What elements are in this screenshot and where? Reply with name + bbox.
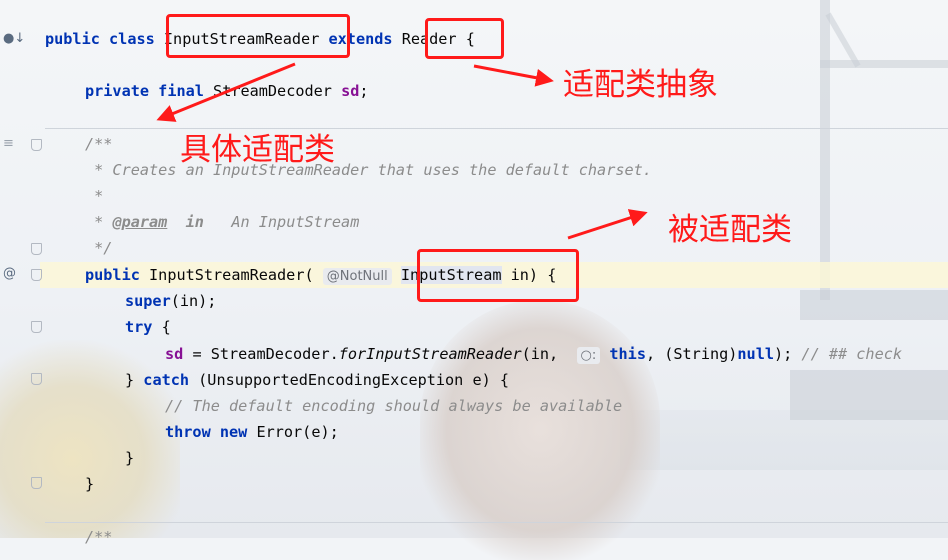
method-call[interactable]: forInputStreamReader — [339, 345, 522, 363]
assignment-line: sd = StreamDecoder.forInputStreamReader(… — [165, 345, 903, 364]
keyword: private — [85, 82, 150, 100]
fold-method-icon[interactable] — [31, 269, 42, 281]
close-brace-ctor: } — [85, 475, 95, 493]
javadoc-open: /** — [85, 135, 113, 153]
keyword: try — [125, 318, 153, 336]
close-brace-inner: } — [125, 449, 135, 467]
semicolon: ; — [359, 82, 369, 100]
label-concrete-adapter: 具体适配类 — [180, 132, 335, 168]
javadoc-close: */ — [85, 239, 113, 257]
throw-line: throw new Error(e); — [165, 423, 339, 441]
parameter-hint: ○: — [576, 347, 601, 364]
keyword: catch — [143, 371, 190, 389]
keyword: this — [609, 345, 646, 363]
field-name[interactable]: sd — [341, 82, 359, 100]
method-separator — [45, 128, 948, 129]
keyword: super — [125, 292, 171, 310]
keyword: final — [158, 82, 204, 100]
keyword: class — [109, 30, 155, 48]
highlight-box-parameter — [417, 249, 579, 302]
javadoc-param-name: in — [185, 213, 204, 231]
keyword: new — [219, 423, 248, 441]
label-adaptee: 被适配类 — [668, 212, 792, 248]
inline-comment: // ## check — [801, 345, 903, 363]
label-adapter-abstract: 适配类抽象 — [563, 67, 718, 103]
background-person — [420, 300, 660, 560]
catch-line: } catch (UnsupportedEncodingException e)… — [125, 371, 510, 389]
super-call-line: super(in); — [125, 292, 217, 310]
fold-catch-icon[interactable] — [31, 373, 42, 385]
method-separator-2 — [45, 522, 948, 523]
javadoc-param-line: * @param in An InputStream — [85, 213, 360, 231]
nullability-hint: @NotNull — [322, 268, 392, 285]
implementation-marker-icon[interactable]: ●↓ — [3, 31, 25, 46]
render-doc-icon[interactable]: ≡ — [3, 136, 14, 151]
annotation-marker-icon[interactable]: @ — [3, 266, 16, 281]
javadoc-param-tag: @param — [112, 213, 168, 231]
highlight-box-class-name — [166, 14, 350, 58]
javadoc-description: * Creates an InputStreamReader that uses… — [85, 161, 652, 179]
fold-try-icon[interactable] — [31, 321, 42, 333]
javadoc-open-next: /** — [85, 528, 113, 546]
keyword: public — [85, 266, 140, 284]
field-name[interactable]: sd — [165, 345, 183, 363]
fold-method-end-icon[interactable] — [31, 477, 42, 489]
constructor-name[interactable]: InputStreamReader( — [149, 266, 314, 284]
javadoc-blank: * — [85, 187, 104, 205]
editor-gutter: ●↓ ≡ @ — [0, 0, 42, 538]
background-structure — [790, 0, 948, 440]
type-name[interactable]: StreamDecoder — [213, 82, 332, 100]
keyword: throw — [165, 423, 211, 441]
try-line: try { — [125, 318, 171, 336]
keyword: null — [737, 345, 774, 363]
field-declaration-line: private final StreamDecoder sd; — [85, 78, 369, 104]
keyword: public — [45, 30, 100, 48]
highlight-box-superclass — [425, 18, 504, 59]
fold-doc-end-icon[interactable] — [31, 243, 42, 255]
fold-doc-icon[interactable] — [31, 139, 42, 151]
comment-line: // The default encoding should always be… — [165, 397, 623, 415]
